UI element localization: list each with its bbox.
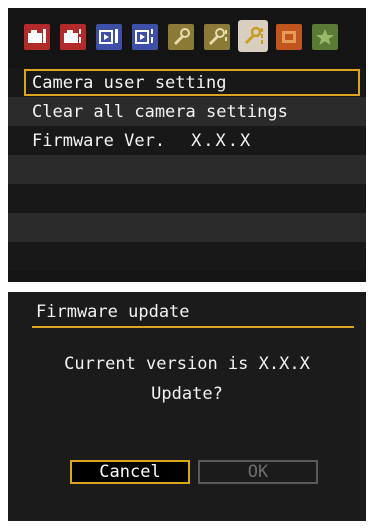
menu-row-empty (8, 242, 366, 271)
tab-shooting-1-camera-icon[interactable] (24, 24, 50, 50)
tab-setup-2-wrench-icon[interactable] (204, 24, 230, 50)
tab-custom-functions-icon[interactable] (276, 24, 302, 50)
menu-row-empty (8, 155, 366, 184)
menu-item-label: Firmware Ver. (32, 130, 166, 151)
firmware-version-value: X.X.X (191, 130, 253, 151)
current-version-message: Current version is X.X.X (64, 354, 310, 374)
update-prompt: Update? (151, 384, 223, 404)
tab-setup-3-wrench-icon[interactable] (238, 20, 268, 52)
setup-menu-list: Camera user setting Clear all camera set… (8, 68, 366, 271)
menu-item-clear-all-settings[interactable]: Clear all camera settings (8, 97, 366, 126)
tab-playback-2-playback-icon[interactable] (132, 24, 158, 50)
menu-row-empty (8, 184, 366, 213)
menu-item-firmware-version[interactable]: Firmware Ver. X.X.X (8, 126, 366, 155)
setup-menu-screen: Camera user setting Clear all camera set… (8, 8, 366, 282)
dialog-title: Firmware update (36, 302, 190, 322)
menu-item-label: Clear all camera settings (32, 101, 288, 122)
menu-row-empty (8, 213, 366, 242)
tab-shooting-2-camera-icon[interactable] (60, 24, 86, 50)
title-divider (32, 326, 354, 328)
firmware-update-dialog: Firmware update Current version is X.X.X… (8, 292, 366, 521)
menu-tab-bar (8, 8, 366, 64)
selection-highlight (24, 69, 360, 96)
cancel-button[interactable]: Cancel (70, 460, 190, 484)
ok-button[interactable]: OK (198, 460, 318, 484)
tab-playback-1-playback-icon[interactable] (96, 24, 122, 50)
tab-setup-1-wrench-icon[interactable] (168, 24, 194, 50)
tab-my-menu-star-icon[interactable] (312, 24, 338, 50)
